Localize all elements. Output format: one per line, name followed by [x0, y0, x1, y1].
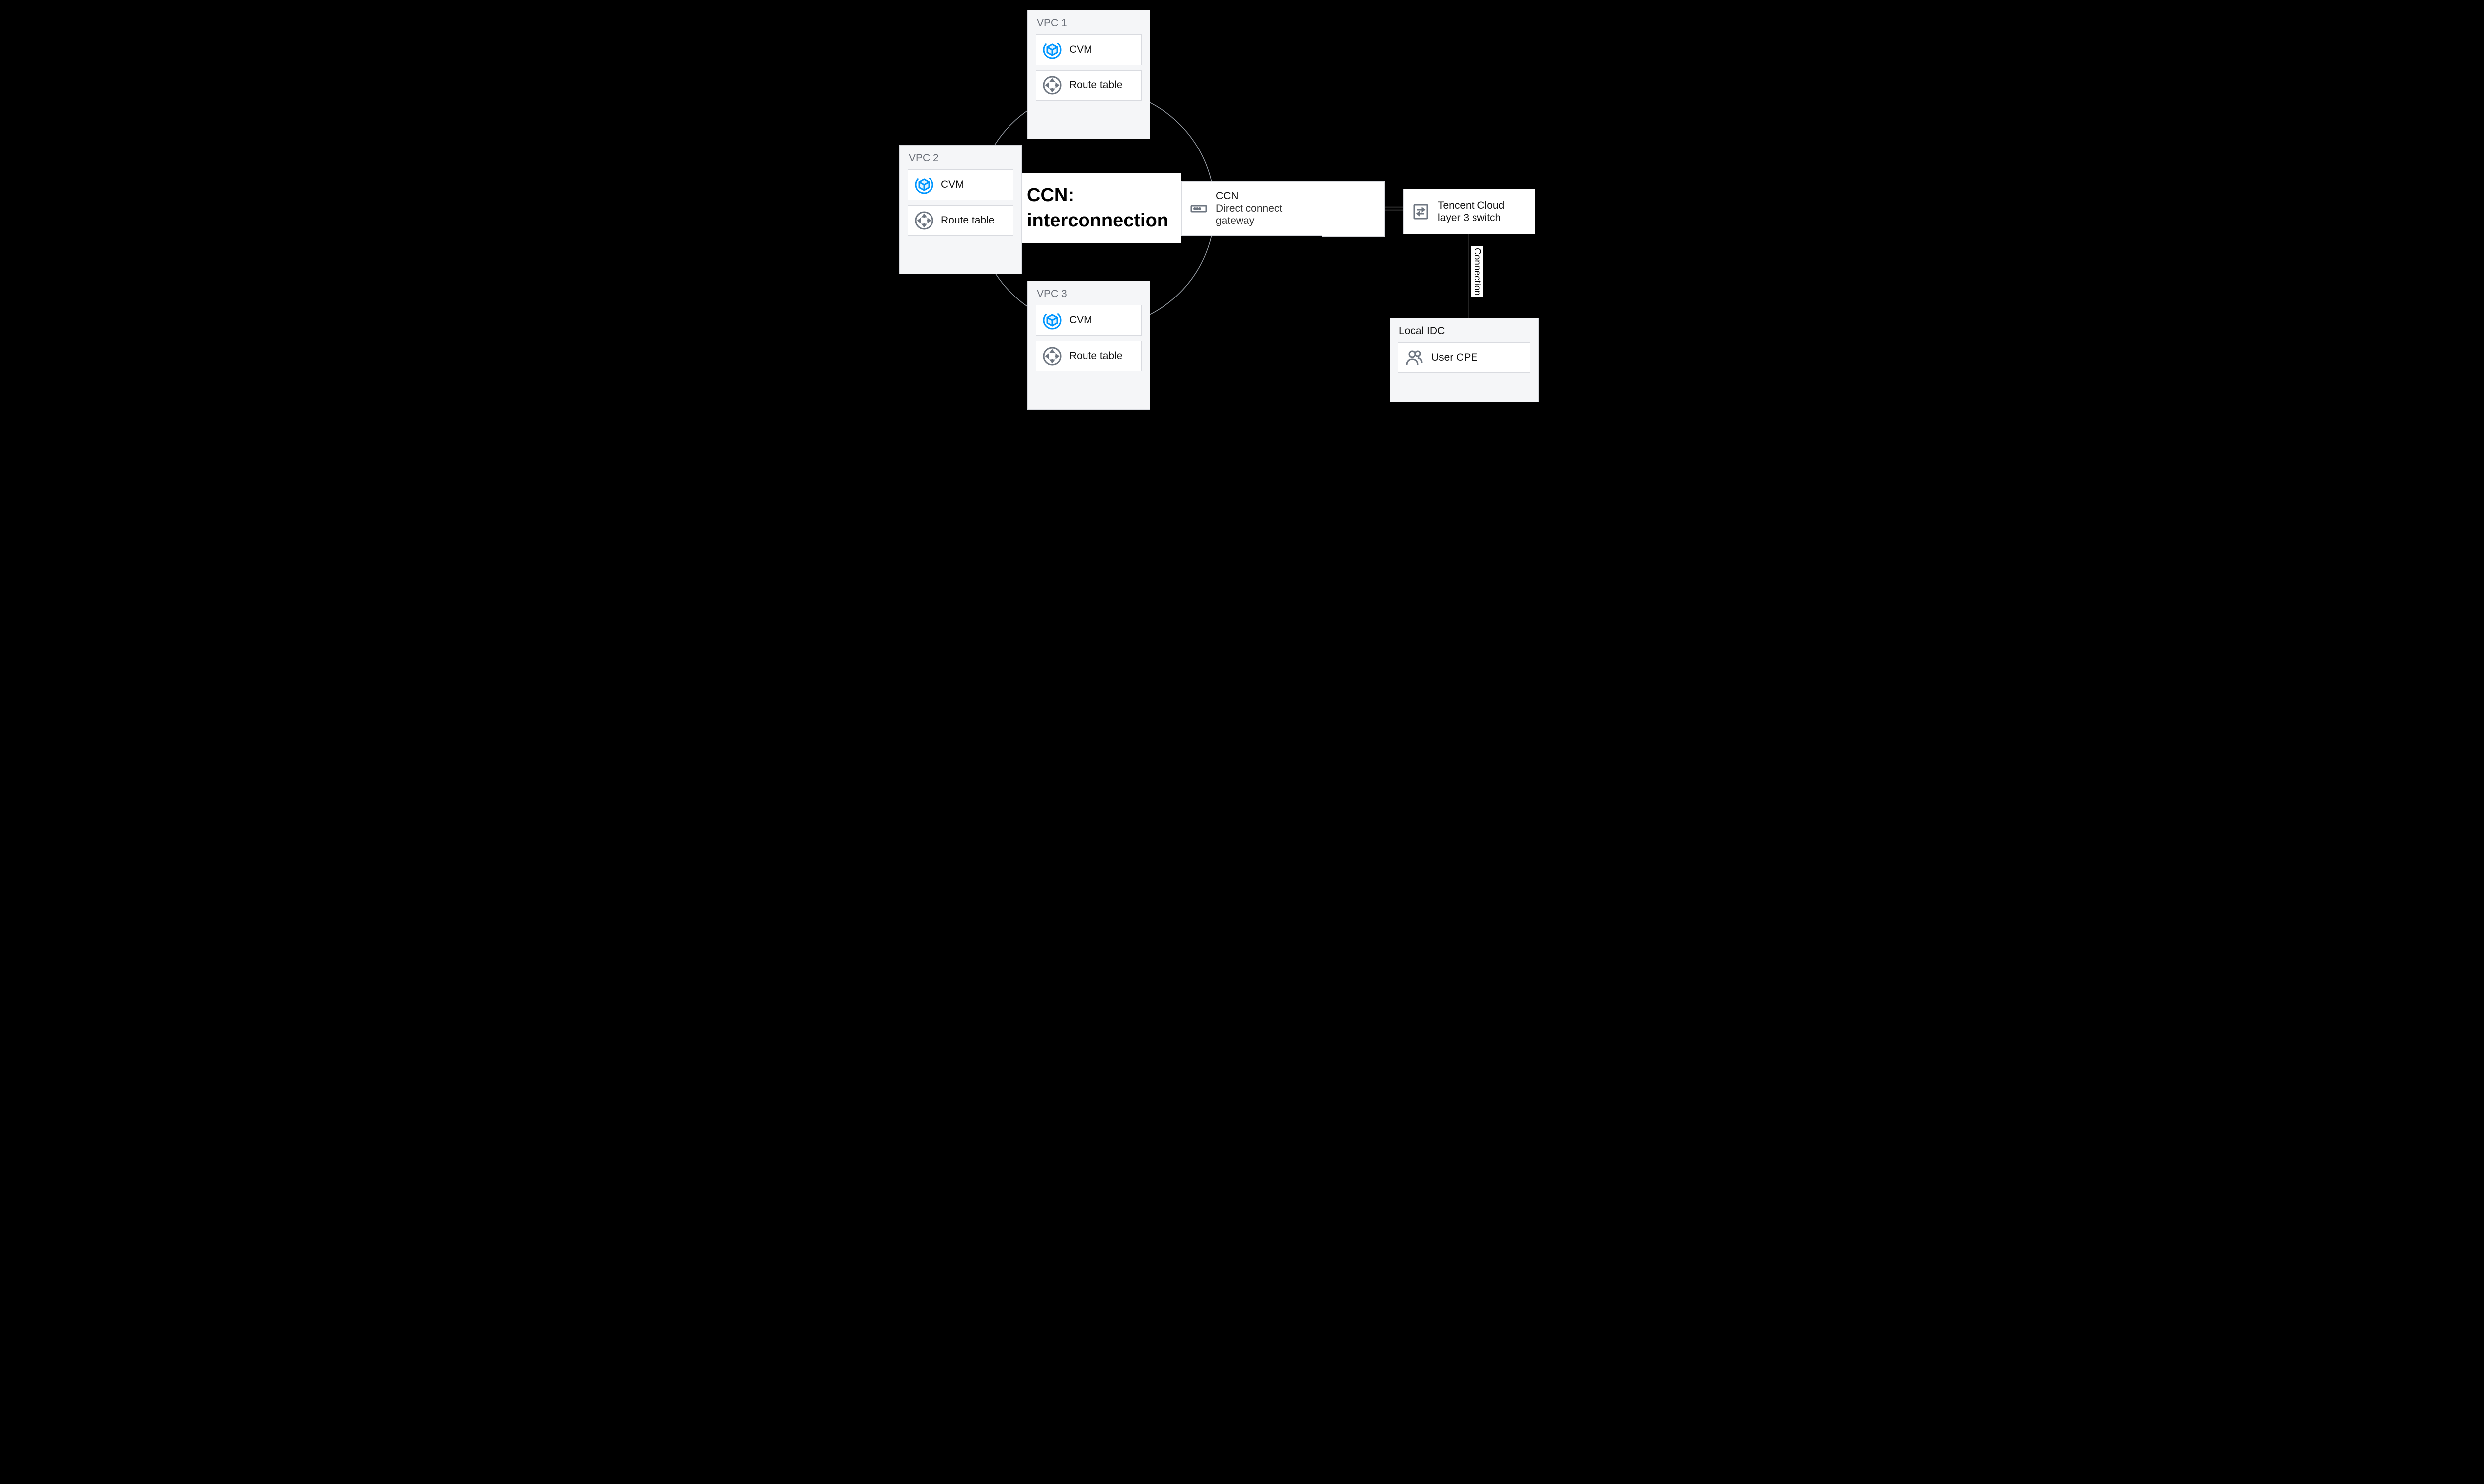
vpc1-cvm: CVM — [1036, 34, 1142, 65]
diagram-stage: VPC 1 CVM Route table VPC 2 CVM Rou — [894, 0, 1590, 437]
local-idc-panel: Local IDC User CPE — [1390, 318, 1539, 402]
vpc1-panel: VPC 1 CVM Route table — [1027, 10, 1150, 139]
switch-icon — [1411, 202, 1431, 222]
vpc1-cvm-label: CVM — [1069, 44, 1092, 56]
connection-label: Connection — [1471, 246, 1483, 297]
vpc3-panel: VPC 3 CVM Route table — [1027, 281, 1150, 410]
vpc3-title: VPC 3 — [1037, 288, 1142, 300]
vpc3-cvm-label: CVM — [1069, 314, 1092, 326]
vpc2-title: VPC 2 — [909, 152, 1013, 164]
route-table-icon — [1042, 75, 1062, 95]
gateway-sub: Direct connect gateway — [1216, 202, 1282, 227]
vpc2-route: Route table — [908, 205, 1013, 236]
vpc2-cvm: CVM — [908, 169, 1013, 200]
vpc3-route-label: Route table — [1069, 350, 1122, 362]
gateway-icon — [1189, 199, 1209, 219]
gateway-title: CCN — [1216, 190, 1282, 202]
vpc3-route: Route table — [1036, 341, 1142, 371]
vpc1-route-label: Route table — [1069, 79, 1122, 91]
cvm-icon — [1042, 40, 1062, 60]
vpc2-panel: VPC 2 CVM Route table — [899, 145, 1022, 274]
ccn-gateway-node: CCN Direct connect gateway — [1181, 181, 1322, 236]
idc-title: Local IDC — [1399, 325, 1530, 337]
route-table-icon — [1042, 346, 1062, 366]
user-cpe: User CPE — [1398, 342, 1530, 373]
vpc2-cvm-label: CVM — [941, 179, 964, 191]
user-cpe-label: User CPE — [1431, 352, 1477, 364]
route-table-icon — [914, 211, 934, 230]
ccn-center-label: CCN: interconnection — [1022, 173, 1181, 243]
cvm-icon — [1042, 310, 1062, 330]
layer3-switch-node: Tencent Cloud layer 3 switch — [1403, 189, 1535, 234]
switch-label: Tencent Cloud layer 3 switch — [1438, 199, 1504, 224]
vpc3-cvm: CVM — [1036, 305, 1142, 336]
cvm-icon — [914, 175, 934, 195]
vpc1-route: Route table — [1036, 70, 1142, 101]
vpc2-route-label: Route table — [941, 215, 994, 226]
tunnel-pad — [1322, 181, 1385, 237]
user-icon — [1404, 348, 1424, 368]
vpc1-title: VPC 1 — [1037, 17, 1142, 29]
